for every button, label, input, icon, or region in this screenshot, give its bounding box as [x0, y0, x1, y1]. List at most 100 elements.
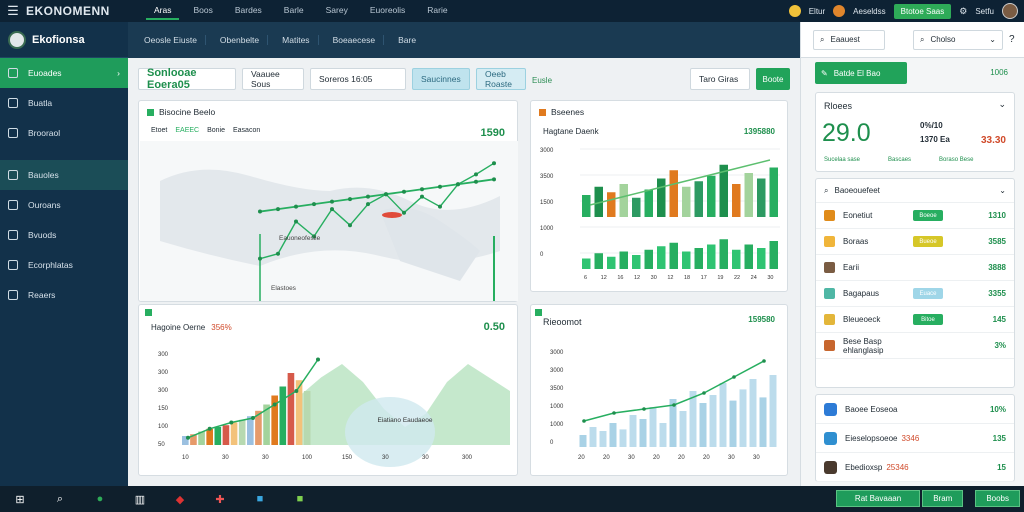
avatar[interactable] [1002, 3, 1018, 19]
list-item[interactable]: Baoee Eoseoa 10% [816, 395, 1014, 424]
sidebar-item[interactable]: Bauoles [0, 160, 128, 190]
sub-nav-item[interactable]: Bare [390, 35, 424, 45]
sidebar-item[interactable]: Euoades › [0, 58, 128, 88]
folder-icon [8, 128, 18, 138]
top-nav-item[interactable]: Boos [185, 2, 220, 20]
card-title: Hagoine Oerne 356% [151, 323, 232, 332]
browser-icon[interactable]: ● [89, 490, 111, 508]
y-tick-label: 1000 [550, 422, 564, 428]
list-item-label: Earii [843, 263, 860, 272]
top-nav: Aras Boos Bardes Barle Sarey Euoreolis R… [146, 2, 456, 20]
account-label[interactable]: Aeseldss [853, 7, 885, 16]
top-nav-item[interactable]: Sarey [318, 2, 356, 20]
tab-inactive[interactable]: Oeeb Roaste [476, 68, 526, 90]
primary-filter[interactable]: Sonlooae Eoera05 [138, 67, 236, 91]
info-icon[interactable]: ? [1009, 34, 1015, 45]
menu-icon[interactable]: ☰ [0, 3, 26, 19]
bar [729, 400, 737, 447]
y-tick-label: 3500 [540, 174, 554, 180]
app-icon-red[interactable]: ◆ [169, 490, 191, 508]
notification-label[interactable]: Eltur [809, 7, 825, 16]
bar [759, 397, 767, 447]
sidebar-brand[interactable]: Ekofionsa [0, 22, 128, 58]
right-button[interactable]: Boote [756, 68, 790, 90]
bar [694, 248, 703, 269]
chart-card-2: Bseenes Hagtane Daenk 1395880 3000 3500 15… [530, 100, 788, 292]
bar [589, 427, 597, 447]
y-tick-label: 3000 [540, 148, 554, 154]
card-title-text: Bseenes [551, 107, 585, 117]
list-item[interactable]: Eonetiut Boeoe 1310 [816, 203, 1014, 229]
account-icon[interactable] [833, 5, 846, 17]
right-field[interactable]: Taro Giras [690, 68, 750, 90]
notification-icon[interactable] [788, 5, 801, 17]
top-nav-item[interactable]: Bardes [227, 2, 270, 20]
tray-button[interactable]: Bram [922, 490, 964, 507]
chevron-down-icon[interactable]: ⌄ [999, 186, 1006, 195]
diamond-icon [8, 98, 18, 108]
user-label[interactable]: Setfu [975, 7, 994, 16]
kpi-sub: Sucelaa sase Bascaes Boraso Bese [824, 157, 973, 163]
list-item[interactable]: Earii 3888 [816, 255, 1014, 281]
top-nav-item[interactable]: Rarie [419, 2, 455, 20]
app-icon-dark[interactable]: ✚ [209, 490, 231, 508]
settings-icon[interactable]: ⚙ [959, 6, 967, 17]
x-tick-label: 20 [678, 455, 685, 461]
top-nav-item[interactable]: Barle [276, 2, 312, 20]
windows-icon[interactable]: ⊞ [9, 490, 31, 508]
green-action-button[interactable]: ✎ Batde El Bao [815, 62, 907, 84]
data-point [330, 207, 334, 212]
tab-active[interactable]: Saucinnes [412, 68, 470, 90]
data-point [276, 207, 280, 212]
bar [644, 249, 653, 269]
top-nav-item[interactable]: Aras [146, 2, 180, 20]
tray-button[interactable]: Rat Bavaaan [835, 490, 921, 507]
bar [619, 251, 628, 269]
sidebar-item-label: Ouroans [28, 200, 61, 210]
y-tick-label: 3500 [550, 386, 564, 392]
list-item-label: Eieselopsoeoe [845, 433, 898, 443]
list-item[interactable]: Boraas Bueoe 3585 [816, 229, 1014, 255]
chevron-down-icon[interactable]: ⌄ [998, 99, 1006, 110]
sidebar-item[interactable]: Ecorphlatas [0, 250, 128, 280]
select-field[interactable]: ⌕ Cholso ⌄ [913, 29, 1003, 50]
sidebar-item[interactable]: Buatla [0, 88, 128, 118]
filter-select[interactable]: Vaauee Sous [242, 68, 304, 90]
sidebar-item[interactable]: Ouroans [0, 190, 128, 220]
sub-nav-item[interactable]: Boeaecese [325, 35, 385, 45]
sub-nav-item[interactable]: Oeosle Eiuste [136, 35, 206, 45]
sidebar-item[interactable]: Bvuods [0, 220, 128, 250]
y-tick-label: 50 [158, 442, 165, 448]
search-icon[interactable]: ⌕ [49, 490, 71, 508]
files-icon[interactable]: ▥ [129, 490, 151, 508]
sub-nav-item[interactable]: Matites [274, 35, 319, 45]
sidebar-item[interactable]: Brooraol [0, 118, 128, 148]
top-right: Eltur Aeseldss Btotoe Saas ⚙ Setfu [788, 0, 1018, 22]
delta-badge: 25346 [886, 462, 909, 472]
filter-select[interactable]: Soreros 16:05 [310, 68, 406, 90]
data-point [294, 389, 299, 393]
home-icon [8, 68, 18, 78]
sub-nav-item[interactable]: Obenbelte [212, 35, 269, 45]
item-icon [824, 402, 837, 416]
list-item[interactable]: Bagapaus Euace 3355 [816, 281, 1014, 307]
filter-link[interactable]: Eusle [532, 68, 552, 92]
sidebar-item[interactable]: Reaers [0, 280, 128, 310]
list-item[interactable]: Bleueoeck Bitoe 145 [816, 307, 1014, 333]
list-item[interactable]: Ebedioxsp 25346 15 [816, 453, 1014, 482]
top-nav-item[interactable]: Euoreolis [362, 2, 413, 20]
bar [599, 431, 607, 447]
search-input[interactable]: ⌕ Eaauest [813, 29, 885, 50]
x-tick-label: 100 [302, 455, 313, 461]
list-rows: Eonetiut Boeoe 1310 Boraas Bueoe 3585 Earii 388… [816, 203, 1014, 359]
list-item[interactable]: Eieselopsoeoe 3346 135 [816, 424, 1014, 453]
list-item[interactable]: Bese Basp ehlanglasip 3% [816, 333, 1014, 359]
bar [238, 419, 246, 445]
app-icon-green[interactable]: ■ [289, 490, 311, 508]
data-point [438, 204, 442, 209]
app-icon-blue[interactable]: ■ [249, 490, 271, 508]
tray-button[interactable]: Boobs [975, 490, 1020, 507]
search-icon: ⌕ [820, 34, 825, 44]
chevron-down-icon: ⌄ [989, 35, 996, 44]
top-action-button[interactable]: Btotoe Saas [893, 3, 952, 19]
